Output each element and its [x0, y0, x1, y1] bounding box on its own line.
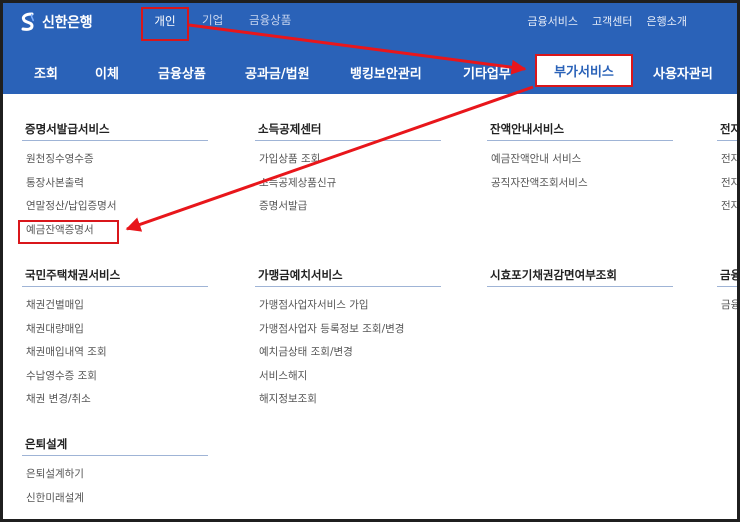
section-title: 전자: [717, 121, 737, 141]
top-nav-financial-products[interactable]: 금융상품: [249, 12, 291, 28]
section-title[interactable]: 시효포기채권감면여부조회: [487, 267, 673, 287]
section-list: 채권건별매입 채권대량매입 채권매입내역 조회 수납영수증 조회 채권 변경/취…: [22, 297, 208, 415]
section-list: 가입상품 조회 소득공제상품신규 증명서발급: [255, 151, 441, 222]
list-item-certificate-issue[interactable]: 증명서발급: [255, 198, 441, 222]
link-about-bank[interactable]: 은행소개: [647, 13, 687, 29]
annotation-box-personal: [141, 7, 189, 41]
link-financial-services[interactable]: 금융서비스: [527, 13, 578, 29]
section-list: 은퇴설계하기 신한미래설계: [22, 466, 208, 513]
shinhan-logo-icon: [21, 12, 34, 31]
section-title: 국민주택채권서비스: [22, 267, 208, 287]
list-item-termination-info[interactable]: 해지정보조회: [255, 391, 441, 415]
main-nav-other-tasks[interactable]: 기타업무: [463, 63, 511, 82]
list-item-deposit-status[interactable]: 예치금상태 조회/변경: [255, 344, 441, 368]
list-item-franchise-registration[interactable]: 가맹점사업자 등록정보 조회/변경: [255, 321, 441, 345]
list-item-bond-change-cancel[interactable]: 채권 변경/취소: [22, 391, 208, 415]
list-item-balance-notice-service[interactable]: 예금잔액안내 서비스: [487, 151, 673, 175]
main-nav-additional-services-label: 부가서비스: [554, 65, 614, 80]
list-item-official-balance-inquiry[interactable]: 공직자잔액조회서비스: [487, 175, 673, 199]
list-item-electronic-2[interactable]: 전자: [717, 175, 737, 199]
section-prescription-waiver: 시효포기채권감면여부조회: [487, 267, 673, 287]
list-item-new-deduction-product[interactable]: 소득공제상품신규: [255, 175, 441, 199]
main-nav-utility-court[interactable]: 공과금/법원: [245, 63, 310, 82]
list-item-year-end-certificate[interactable]: 연말정산/납입증명서: [22, 198, 208, 222]
list-item-shinhan-future-plan[interactable]: 신한미래설계: [22, 490, 208, 514]
section-title: 소득공제센터: [255, 121, 441, 141]
section-franchise-deposit: 가맹금예치서비스 가맹점사업자서비스 가입 가맹점사업자 등록정보 조회/변경 …: [255, 267, 441, 415]
main-nav-additional-services[interactable]: 부가서비스: [535, 54, 633, 87]
list-item-retirement-plan[interactable]: 은퇴설계하기: [22, 466, 208, 490]
main-nav-inquiry[interactable]: 조회: [34, 63, 58, 82]
brand-name: 신한은행: [42, 15, 93, 31]
section-title: 금융: [717, 267, 737, 287]
section-balance-notice: 잔액안내서비스 예금잔액안내 서비스 공직자잔액조회서비스: [487, 121, 673, 198]
section-title: 은퇴설계: [22, 436, 208, 456]
section-title: 가맹금예치서비스: [255, 267, 441, 287]
list-item-bond-bulk-purchase[interactable]: 채권대량매입: [22, 321, 208, 345]
section-list: 전자 전자 전자: [717, 151, 737, 222]
dropdown-panel: 증명서발급서비스 원천징수영수증 통장사본출력 연말정산/납입증명서 예금잔액증…: [3, 94, 737, 519]
list-item-bond-purchase-history[interactable]: 채권매입내역 조회: [22, 344, 208, 368]
list-item-receipt-inquiry[interactable]: 수납영수증 조회: [22, 368, 208, 392]
list-item-subscribed-products[interactable]: 가입상품 조회: [255, 151, 441, 175]
annotation-box-deposit-certificate: [18, 220, 119, 244]
main-nav-user-management[interactable]: 사용자관리: [653, 63, 713, 82]
section-retirement-planning: 은퇴설계 은퇴설계하기 신한미래설계: [22, 436, 208, 513]
list-item-withholding-receipt[interactable]: 원천징수영수증: [22, 151, 208, 175]
main-nav-financial-products[interactable]: 금융상품: [158, 63, 206, 82]
link-customer-center[interactable]: 고객센터: [592, 13, 632, 29]
section-title: 잔액안내서비스: [487, 121, 673, 141]
section-national-housing-bond: 국민주택채권서비스 채권건별매입 채권대량매입 채권매입내역 조회 수납영수증 …: [22, 267, 208, 415]
section-electronic-cut: 전자 전자 전자 전자: [717, 121, 737, 222]
utility-links: 금융서비스 고객센터 은행소개: [527, 13, 687, 29]
site-header: 신한은행 개인 기업 금융상품 금융서비스 고객센터 은행소개 조회 이체 금융…: [3, 3, 737, 94]
brand-logo[interactable]: 신한은행: [19, 11, 93, 33]
section-title: 증명서발급서비스: [22, 121, 208, 141]
main-nav-banking-security[interactable]: 뱅킹보안관리: [350, 63, 422, 82]
section-list: 금융: [717, 297, 737, 321]
list-item-franchise-join[interactable]: 가맹점사업자서비스 가입: [255, 297, 441, 321]
list-item-bond-single-purchase[interactable]: 채권건별매입: [22, 297, 208, 321]
list-item-service-termination[interactable]: 서비스해지: [255, 368, 441, 392]
section-income-deduction: 소득공제센터 가입상품 조회 소득공제상품신규 증명서발급: [255, 121, 441, 222]
main-nav-transfer[interactable]: 이체: [95, 63, 119, 82]
list-item-electronic-1[interactable]: 전자: [717, 151, 737, 175]
list-item-electronic-3[interactable]: 전자: [717, 198, 737, 222]
top-nav-business[interactable]: 기업: [202, 12, 223, 28]
list-item-passbook-copy[interactable]: 통장사본출력: [22, 175, 208, 199]
list-item-finance-1[interactable]: 금융: [717, 297, 737, 321]
section-list: 가맹점사업자서비스 가입 가맹점사업자 등록정보 조회/변경 예치금상태 조회/…: [255, 297, 441, 415]
section-list: 예금잔액안내 서비스 공직자잔액조회서비스: [487, 151, 673, 198]
section-finance-cut: 금융 금융: [717, 267, 737, 321]
screenshot-frame: 신한은행 개인 기업 금융상품 금융서비스 고객센터 은행소개 조회 이체 금융…: [0, 0, 740, 522]
